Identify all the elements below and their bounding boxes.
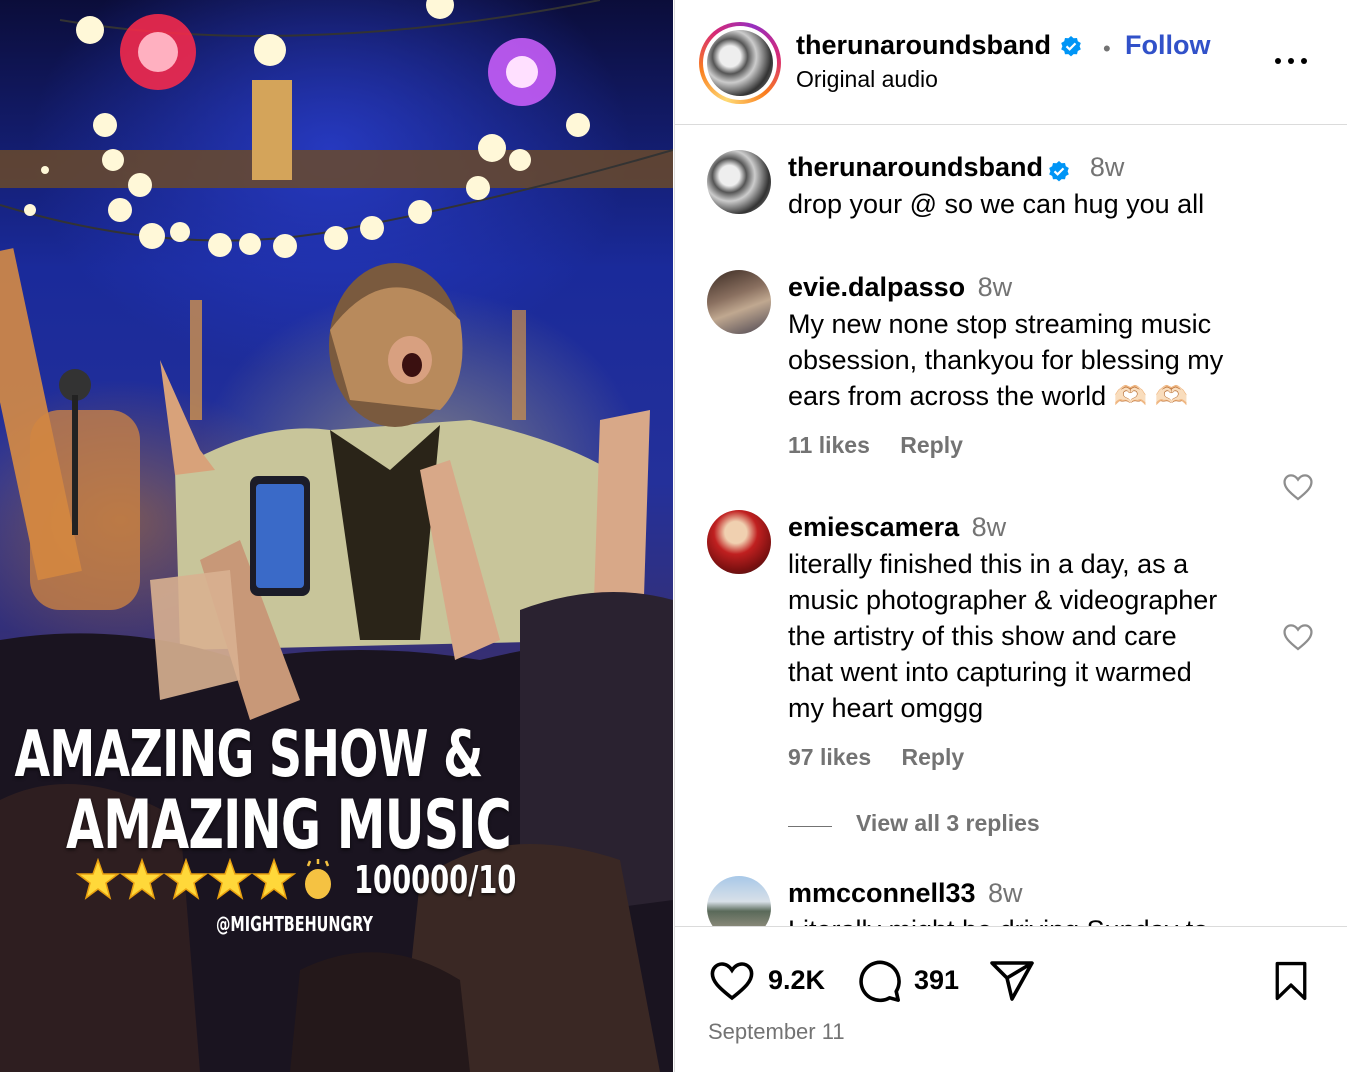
story-ring[interactable] bbox=[699, 22, 781, 104]
avatar[interactable] bbox=[707, 30, 773, 96]
verified-badge-icon bbox=[1060, 35, 1081, 57]
comment-time[interactable]: 8w bbox=[972, 512, 1007, 542]
save-bookmark-icon[interactable] bbox=[1269, 957, 1313, 1005]
star-icon bbox=[252, 858, 296, 900]
comment-text: drop your @ so we can hug you all bbox=[788, 189, 1205, 219]
comment-time[interactable]: 8w bbox=[988, 878, 1023, 908]
rating-text: 100000/10 bbox=[354, 858, 517, 902]
post-video[interactable]: AMAZING SHOW & AMAZING MUSIC 100000/10 @… bbox=[0, 0, 673, 1072]
like-count[interactable]: 9.2K bbox=[768, 965, 825, 996]
post-detail-panel: therunaroundsband • Follow Original audi… bbox=[674, 0, 1348, 1072]
comment-username[interactable]: evie.dalpasso bbox=[788, 272, 965, 302]
comments-list: therunaroundsband 8w drop your @ so we c… bbox=[675, 126, 1347, 926]
likes-count[interactable]: 11 likes bbox=[788, 432, 870, 458]
comment-username[interactable]: therunaroundsband bbox=[788, 152, 1043, 182]
star-icon bbox=[76, 858, 120, 900]
avatar[interactable] bbox=[707, 270, 771, 334]
comment-time[interactable]: 8w bbox=[1090, 152, 1125, 182]
likes-count[interactable]: 97 likes bbox=[788, 744, 871, 770]
post-date[interactable]: September 11 bbox=[708, 1019, 845, 1045]
credit-handle: @MIGHTBEHUNGRY bbox=[216, 912, 373, 936]
comment-meta: 97 likes Reply bbox=[788, 744, 988, 771]
reply-button[interactable]: Reply bbox=[900, 432, 963, 458]
post-header: therunaroundsband • Follow Original audi… bbox=[675, 0, 1347, 125]
comment-username[interactable]: mmcconnell33 bbox=[788, 878, 976, 908]
overlay-title-line2: AMAZING MUSIC bbox=[66, 786, 512, 865]
avatar[interactable] bbox=[707, 150, 771, 214]
reply-button[interactable]: Reply bbox=[902, 744, 965, 770]
comment-like-heart-icon[interactable] bbox=[1281, 620, 1315, 654]
separator-dot: • bbox=[1103, 36, 1111, 61]
star-icon bbox=[164, 858, 208, 900]
audio-label[interactable]: Original audio bbox=[796, 66, 938, 93]
avatar[interactable] bbox=[707, 510, 771, 574]
replies-divider bbox=[788, 826, 832, 827]
star-icon bbox=[120, 858, 164, 900]
comment-text: literally finished this in a day, as a m… bbox=[788, 549, 1218, 723]
follow-button[interactable]: Follow bbox=[1125, 30, 1210, 61]
more-options-icon[interactable] bbox=[1271, 46, 1311, 76]
header-username[interactable]: therunaroundsband bbox=[796, 30, 1083, 61]
rating-row: 100000/10 bbox=[76, 858, 579, 902]
avatar[interactable] bbox=[707, 876, 771, 926]
view-replies-button[interactable]: View all 3 replies bbox=[856, 810, 1040, 837]
clapping-hands-icon bbox=[305, 859, 331, 899]
comment-count[interactable]: 391 bbox=[914, 965, 959, 996]
overlay-title-line1: AMAZING SHOW & bbox=[14, 718, 483, 792]
comment-meta: 11 likes Reply bbox=[788, 432, 987, 459]
post-actions: 9.2K 391 September 11 bbox=[675, 926, 1347, 1072]
comment-time[interactable]: 8w bbox=[978, 272, 1013, 302]
comment-icon[interactable] bbox=[855, 957, 903, 1005]
comment-text: My new none stop streaming music obsessi… bbox=[788, 309, 1224, 411]
verified-badge-icon bbox=[1049, 160, 1070, 182]
comment-text: Literally might be driving Sunday to bbox=[788, 912, 1208, 926]
like-heart-icon[interactable] bbox=[707, 957, 757, 1005]
comment-username[interactable]: emiescamera bbox=[788, 512, 959, 542]
share-send-icon[interactable] bbox=[987, 957, 1037, 1005]
star-icon bbox=[208, 858, 252, 900]
comment-like-heart-icon[interactable] bbox=[1281, 470, 1315, 504]
